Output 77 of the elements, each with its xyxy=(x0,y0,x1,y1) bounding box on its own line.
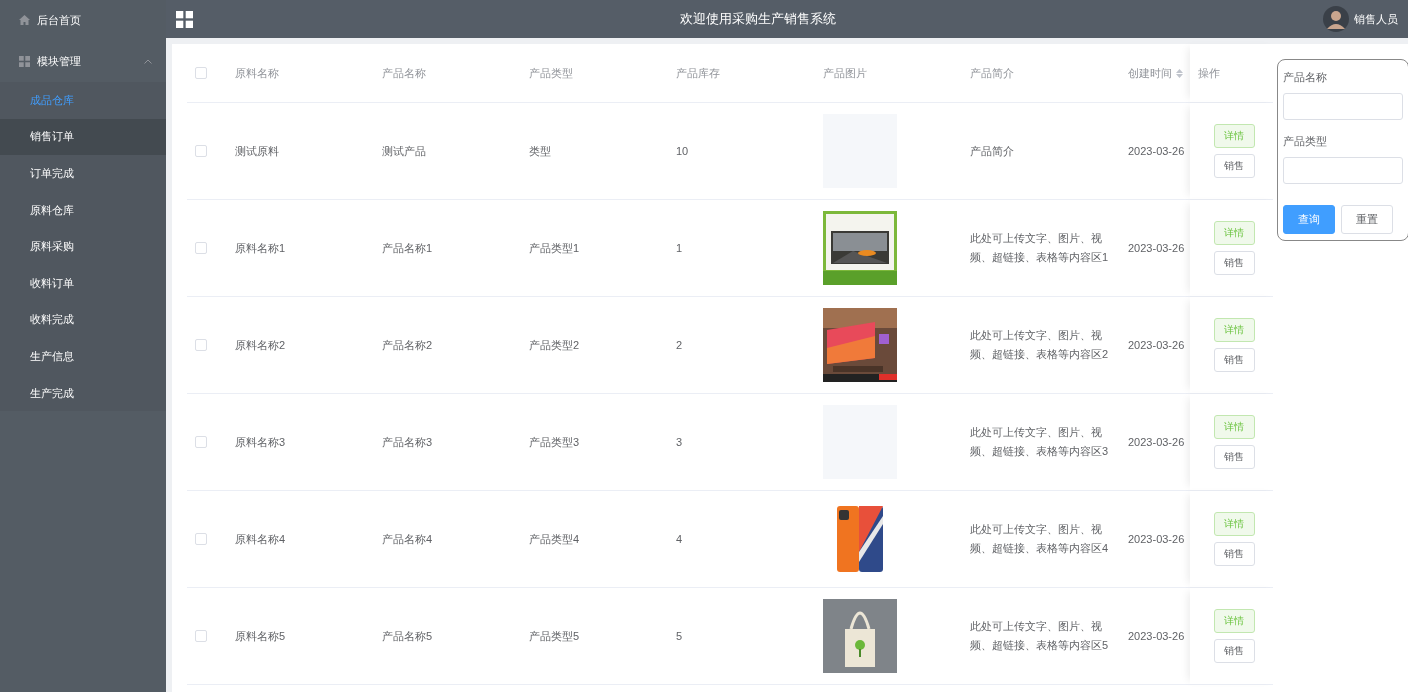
menu-item[interactable]: 收料订单 xyxy=(0,264,166,302)
table-cell: 原料名称1 xyxy=(235,240,286,256)
menu-item[interactable]: 原料采购 xyxy=(0,228,166,265)
table-cell: 4 xyxy=(676,533,683,545)
column-header: 产品名称 xyxy=(382,65,426,81)
checkbox[interactable] xyxy=(195,339,207,351)
table-cell: 2023-03-26 xyxy=(1128,630,1185,642)
table-cell: 2023-03-26 xyxy=(1128,533,1185,545)
table-cell: 产品名称4 xyxy=(382,531,433,547)
table-cell: 产品类型2 xyxy=(529,337,580,353)
menu-item[interactable]: 生产信息 xyxy=(0,338,166,375)
field-label: 产品类型 xyxy=(1283,134,1328,149)
table-cell: 原料名称5 xyxy=(235,628,286,644)
column-header: 操作 xyxy=(1198,65,1220,81)
table-cell: 2 xyxy=(676,339,683,351)
table-cell-text: 产品简介 xyxy=(970,143,1015,159)
reset-button[interactable]: 重置 xyxy=(1341,205,1393,234)
menu-item[interactable]: 原料仓库 xyxy=(0,191,166,229)
menu-item[interactable]: 订单完成 xyxy=(0,155,166,192)
table-cell: 类型 xyxy=(529,143,551,159)
table-cell: 产品名称3 xyxy=(382,434,433,450)
sell-button[interactable]: 销售 xyxy=(1213,445,1255,469)
table-cell-text: 此处可上传文字、图片、视频、超链接、表格等内容区3 xyxy=(970,425,1110,459)
checkbox[interactable] xyxy=(195,67,207,79)
menu-item[interactable]: 生产完成 xyxy=(0,374,166,412)
table-cell: 产品类型5 xyxy=(529,628,580,644)
page-title: 欢迎使用采购生产销售系统 xyxy=(679,10,837,28)
column-header: 产品类型 xyxy=(529,65,573,81)
table-cell: 5 xyxy=(676,630,683,642)
table-cell-text: 此处可上传文字、图片、视频、超链接、表格等内容区2 xyxy=(970,328,1110,362)
sell-button[interactable]: 销售 xyxy=(1213,348,1255,372)
checkbox[interactable] xyxy=(195,630,207,642)
home-icon xyxy=(19,15,30,25)
sell-button[interactable]: 销售 xyxy=(1213,542,1255,566)
avatar-icon[interactable] xyxy=(1323,6,1349,32)
table-cell: 2023-03-26 xyxy=(1128,242,1185,254)
checkbox[interactable] xyxy=(195,242,207,254)
table-cell: 产品类型3 xyxy=(529,434,580,450)
table-cell: 10 xyxy=(676,145,689,157)
table-cell: 2023-03-26 xyxy=(1128,339,1185,351)
table-cell: 产品名称5 xyxy=(382,628,433,644)
field-label: 产品名称 xyxy=(1283,70,1328,85)
table-cell-text: 此处可上传文字、图片、视频、超链接、表格等内容区5 xyxy=(970,619,1110,653)
checkbox[interactable] xyxy=(195,145,207,157)
sell-button[interactable]: 销售 xyxy=(1213,251,1255,275)
input-field[interactable] xyxy=(1283,93,1403,120)
table-cell-text: 此处可上传文字、图片、视频、超链接、表格等内容区1 xyxy=(970,231,1110,265)
table-cell: 产品类型1 xyxy=(529,240,580,256)
table-cell-text: 此处可上传文字、图片、视频、超链接、表格等内容区4 xyxy=(970,522,1110,556)
sell-button[interactable]: 销售 xyxy=(1213,154,1255,178)
sell-button[interactable]: 销售 xyxy=(1213,639,1255,663)
checkbox[interactable] xyxy=(195,533,207,545)
input-field[interactable] xyxy=(1283,157,1403,184)
table-cell: 产品类型4 xyxy=(529,531,580,547)
table-cell: 2023-03-26 xyxy=(1128,145,1185,157)
table-cell: 产品名称1 xyxy=(382,240,433,256)
column-header: 产品图片 xyxy=(823,65,867,81)
menu-item[interactable]: 销售订单 xyxy=(0,118,166,156)
table-cell: 3 xyxy=(676,436,683,448)
menu-item[interactable]: 收料完成 xyxy=(0,301,166,339)
sort-icon[interactable] xyxy=(1176,68,1183,78)
column-header: 产品简介 xyxy=(970,65,1014,81)
table-cell: 原料名称2 xyxy=(235,337,286,353)
column-header: 原料名称 xyxy=(235,65,279,81)
table-cell: 2023-03-26 xyxy=(1128,436,1185,448)
grid-icon[interactable] xyxy=(176,10,193,28)
menu-item[interactable]: 后台首页 xyxy=(0,0,166,40)
table-cell: 产品名称2 xyxy=(382,337,433,353)
checkbox[interactable] xyxy=(195,436,207,448)
user-name[interactable]: 销售人员 xyxy=(1354,11,1398,27)
table-cell: 1 xyxy=(676,242,683,254)
table-cell: 测试产品 xyxy=(382,143,426,159)
table-cell: 原料名称3 xyxy=(235,434,286,450)
column-header: 产品库存 xyxy=(676,65,720,81)
table-cell: 原料名称4 xyxy=(235,531,286,547)
table-cell: 测试原料 xyxy=(235,143,279,159)
menu-group[interactable]: 模块管理 xyxy=(0,40,166,82)
